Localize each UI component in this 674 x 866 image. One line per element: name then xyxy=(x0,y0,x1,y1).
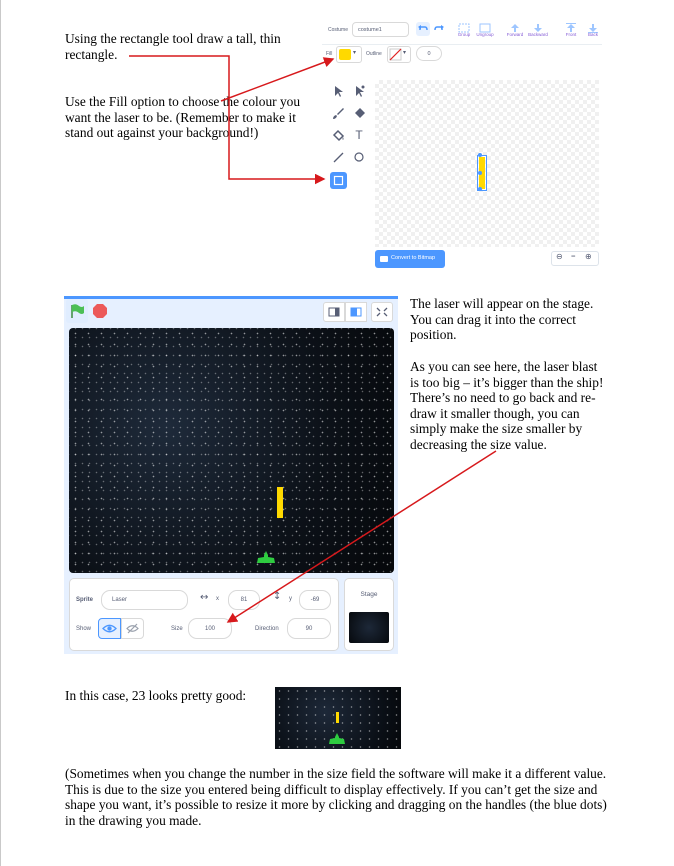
zoom-controls: ⊖ = ⊕ xyxy=(551,251,599,266)
result-stage-image xyxy=(275,687,401,749)
stop-icon xyxy=(93,304,107,318)
zoom-in-icon[interactable]: ⊕ xyxy=(585,252,592,261)
fullscreen-button[interactable] xyxy=(371,302,393,322)
sprite-info-panel xyxy=(69,578,339,651)
circle-tool[interactable] xyxy=(352,150,366,164)
size-label: Size xyxy=(171,626,183,632)
paint-bucket-icon xyxy=(332,129,345,142)
resize-handle[interactable] xyxy=(478,153,482,157)
show-hidden-button[interactable] xyxy=(121,618,144,639)
brush-tool[interactable] xyxy=(331,106,345,120)
small-stage-button[interactable] xyxy=(323,302,345,322)
show-visible-button[interactable] xyxy=(98,618,121,639)
toolbar-divider xyxy=(322,44,602,45)
outline-color-picker[interactable]: ▾ xyxy=(387,46,411,63)
reshape-icon xyxy=(356,85,365,97)
redo-button[interactable] xyxy=(432,22,446,36)
resize-handle[interactable] xyxy=(478,171,482,175)
stage-backdrop-thumbnail xyxy=(349,612,389,643)
front-button[interactable]: Front xyxy=(562,20,580,40)
sprite-name-input[interactable]: Laser xyxy=(101,590,188,610)
rectangle-tool[interactable] xyxy=(330,172,347,189)
back-button[interactable]: Back xyxy=(584,20,602,40)
undo-icon xyxy=(418,25,428,31)
normal-stage-button[interactable] xyxy=(345,302,367,322)
x-position-input[interactable]: 81 xyxy=(228,590,260,610)
eraser-icon xyxy=(355,108,365,118)
costume-name-input[interactable]: costume1 xyxy=(352,22,409,37)
stage-label: Stage xyxy=(360,591,378,598)
forward-button[interactable]: Forward xyxy=(506,20,524,40)
chevron-down-icon: ▾ xyxy=(353,50,357,56)
zoom-reset-icon[interactable]: = xyxy=(571,252,576,261)
stop-button[interactable] xyxy=(93,304,107,318)
bitmap-icon xyxy=(380,256,388,262)
normal-stage-icon xyxy=(350,307,362,317)
small-stage-icon xyxy=(328,307,340,317)
laser-sprite[interactable] xyxy=(277,487,283,518)
outline-width-input[interactable]: 0 xyxy=(416,46,442,61)
eye-hidden-icon xyxy=(126,623,139,634)
outline-label: Outline xyxy=(366,51,382,57)
fullscreen-icon xyxy=(376,307,388,317)
fill-label: Fill xyxy=(326,51,333,57)
size-input[interactable]: 100 xyxy=(188,618,232,639)
resize-handle[interactable] xyxy=(478,187,482,191)
show-label: Show xyxy=(76,626,92,632)
instruction-fill-option: Use the Fill option to choose the colour… xyxy=(65,94,301,140)
brush-icon xyxy=(333,108,344,119)
no-outline-icon xyxy=(389,48,402,61)
undo-button[interactable] xyxy=(416,22,430,36)
instruction-rectangle-tool: Using the rectangle tool draw a tall, th… xyxy=(65,31,281,62)
arrow-cursor-icon xyxy=(335,86,343,97)
convert-label: Convert to Bitmap xyxy=(391,255,436,261)
y-label: y xyxy=(289,596,292,602)
stage-paragraph-1: The laser will appear on the stage. You … xyxy=(410,296,594,342)
x-arrows-icon: ↔ xyxy=(200,592,209,603)
green-flag-icon xyxy=(71,304,84,318)
zoom-out-icon[interactable]: ⊖ xyxy=(556,252,563,261)
eraser-tool[interactable] xyxy=(352,106,366,120)
rectangle-icon xyxy=(333,175,344,186)
eye-icon xyxy=(102,624,117,633)
fill-color-picker[interactable]: ▾ xyxy=(336,46,362,63)
circle-icon xyxy=(354,152,364,162)
ungroup-button[interactable]: Ungroup xyxy=(476,20,494,40)
direction-label: Direction xyxy=(255,626,279,632)
costume-label: Costume xyxy=(328,27,349,33)
small-laser-sprite xyxy=(336,712,339,723)
fill-tool[interactable] xyxy=(331,128,345,142)
direction-input[interactable]: 90 xyxy=(287,618,331,639)
line-tool[interactable] xyxy=(331,150,345,164)
stage-paragraph-2: As you can see here, the laser blast is … xyxy=(410,359,604,452)
y-position-input[interactable]: -69 xyxy=(299,590,331,610)
text-tool[interactable]: T xyxy=(352,128,366,142)
green-flag-button[interactable] xyxy=(66,299,88,323)
note-paragraph: (Sometimes when you change the number in… xyxy=(65,766,607,828)
small-spaceship-sprite xyxy=(329,733,345,744)
stage-canvas[interactable] xyxy=(69,328,394,573)
backward-button[interactable]: Backward xyxy=(528,20,548,40)
select-tool[interactable] xyxy=(331,84,345,98)
fill-swatch xyxy=(339,49,351,60)
drawing-canvas[interactable] xyxy=(375,80,599,247)
sprite-label: Sprite xyxy=(76,597,94,603)
group-button[interactable]: Group xyxy=(456,20,472,40)
spaceship-sprite[interactable] xyxy=(256,551,276,565)
reshape-tool[interactable] xyxy=(352,84,366,98)
x-label: x xyxy=(216,596,219,602)
redo-icon xyxy=(434,25,444,31)
chevron-down-icon: ▾ xyxy=(403,50,407,56)
stage-selector[interactable]: Stage xyxy=(344,578,394,651)
page-border xyxy=(0,0,1,866)
result-text: In this case, 23 looks pretty good: xyxy=(65,688,247,703)
convert-to-bitmap-button[interactable]: Convert to Bitmap xyxy=(375,250,445,268)
y-arrows-icon: ↕ xyxy=(273,591,282,602)
line-icon xyxy=(333,152,344,163)
text-icon: T xyxy=(355,128,363,142)
